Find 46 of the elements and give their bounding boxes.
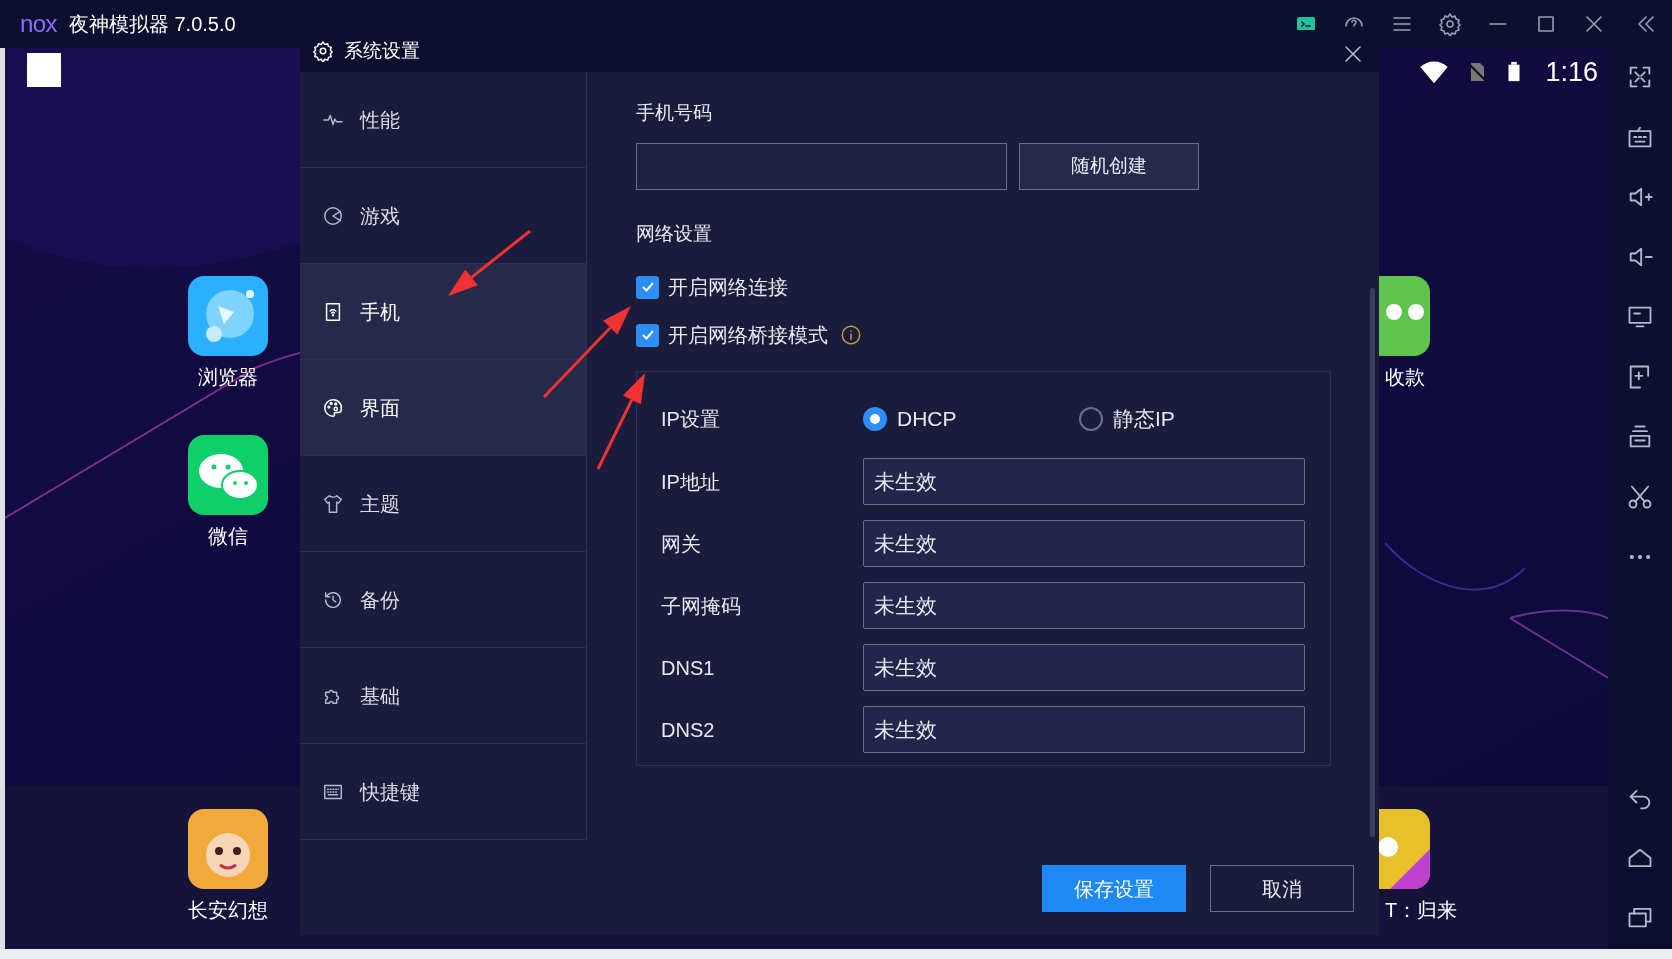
field-label: IP设置 bbox=[661, 407, 721, 432]
field-label: 子网掩码 bbox=[661, 593, 742, 619]
field-label: 手机号码 bbox=[636, 102, 713, 124]
info-icon[interactable] bbox=[840, 324, 862, 346]
field-label: DNS2 bbox=[661, 717, 716, 743]
app-label: 浏览器 bbox=[198, 365, 258, 390]
app-label: 微信 bbox=[208, 524, 248, 549]
menu-item[interactable]: 界面 bbox=[300, 360, 586, 456]
app-label: 收款 bbox=[1385, 365, 1425, 390]
logo: nox bbox=[20, 12, 57, 36]
save-button[interactable]: 保存设置 bbox=[1042, 865, 1186, 912]
text-field[interactable]: 未生效 bbox=[862, 520, 1305, 567]
palette-icon bbox=[322, 396, 344, 419]
section-heading: 网络设置 bbox=[636, 223, 713, 245]
text-field[interactable]: 未生效 bbox=[862, 644, 1305, 691]
text-field[interactable]: 未生效 bbox=[862, 582, 1305, 629]
phone-number-field[interactable] bbox=[636, 143, 1007, 190]
dialog-title: 系统设置 bbox=[344, 38, 420, 63]
scissors-icon[interactable] bbox=[1626, 483, 1654, 511]
app-icon[interactable] bbox=[188, 435, 268, 515]
pie-icon bbox=[322, 204, 344, 227]
app-label: T：归来 bbox=[1385, 898, 1458, 923]
text-field[interactable]: 未生效 bbox=[862, 706, 1305, 753]
settings-icon[interactable] bbox=[1438, 12, 1462, 36]
checkbox[interactable] bbox=[636, 323, 659, 347]
app-label: 长安幻想 bbox=[188, 898, 268, 923]
notification-icon bbox=[27, 53, 61, 87]
shirt-icon bbox=[322, 492, 344, 515]
app-icon[interactable] bbox=[188, 276, 268, 356]
checkbox-label: 开启网络桥接模式 bbox=[668, 323, 828, 348]
menu-item[interactable]: 手机 bbox=[300, 264, 586, 360]
status-time: 1:16 bbox=[1545, 56, 1598, 89]
window-title: 夜神模拟器 7.0.5.0 bbox=[68, 12, 236, 37]
app-icon[interactable] bbox=[188, 809, 268, 889]
radio-option[interactable]: 静态IP bbox=[1079, 403, 1175, 435]
field-label: IP地址 bbox=[661, 469, 721, 495]
field-label: DNS1 bbox=[661, 655, 716, 681]
field-label: 网关 bbox=[661, 531, 702, 557]
scrollbar[interactable] bbox=[1370, 288, 1375, 837]
random-create-button[interactable]: 随机创建 bbox=[1019, 143, 1199, 190]
checkbox-label: 开启网络连接 bbox=[668, 275, 788, 300]
text-field[interactable]: 未生效 bbox=[862, 458, 1305, 505]
radio-option[interactable]: DHCP bbox=[863, 403, 1079, 435]
checkbox[interactable] bbox=[636, 275, 659, 299]
cancel-button[interactable]: 取消 bbox=[1210, 865, 1354, 912]
settings-icon bbox=[312, 40, 334, 62]
